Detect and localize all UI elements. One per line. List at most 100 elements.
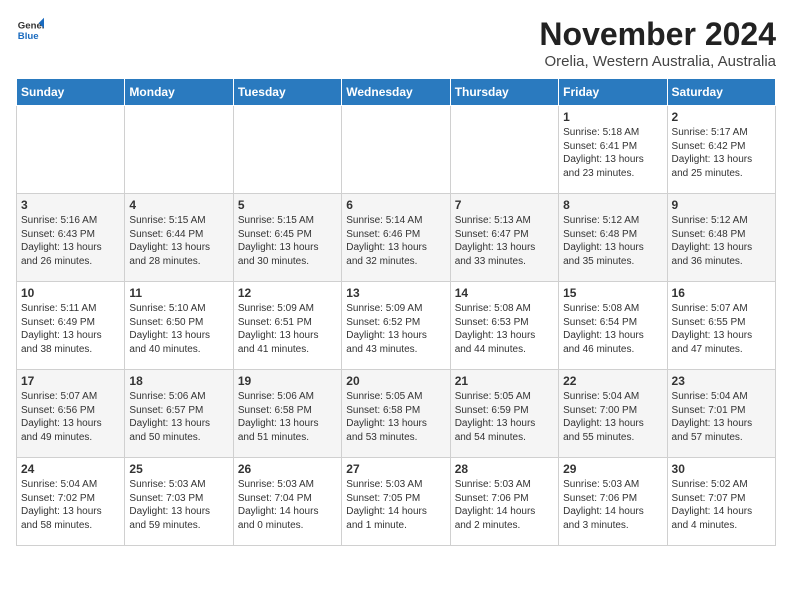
day-number: 29: [563, 462, 662, 476]
day-info: Sunrise: 5:15 AM Sunset: 6:45 PM Dayligh…: [238, 214, 337, 268]
day-number: 8: [563, 198, 662, 212]
weekday-header-monday: Monday: [125, 79, 233, 106]
weekday-header-friday: Friday: [559, 79, 667, 106]
day-number: 1: [563, 110, 662, 124]
calendar-cell: 14 Sunrise: 5:08 AM Sunset: 6:53 PM Dayli…: [450, 282, 558, 370]
weekday-header-thursday: Thursday: [450, 79, 558, 106]
day-info: Sunrise: 5:17 AM Sunset: 6:42 PM Dayligh…: [672, 126, 771, 180]
calendar-week-4: 24 Sunrise: 5:04 AM Sunset: 7:02 PM Dayli…: [17, 458, 776, 546]
day-number: 23: [672, 374, 771, 388]
day-info: Sunrise: 5:13 AM Sunset: 6:47 PM Dayligh…: [455, 214, 554, 268]
calendar-cell: 3 Sunrise: 5:16 AM Sunset: 6:43 PM Daylig…: [17, 194, 125, 282]
day-number: 20: [346, 374, 445, 388]
location-subtitle: Orelia, Western Australia, Australia: [539, 53, 776, 70]
day-info: Sunrise: 5:04 AM Sunset: 7:01 PM Dayligh…: [672, 390, 771, 444]
day-info: Sunrise: 5:05 AM Sunset: 6:59 PM Dayligh…: [455, 390, 554, 444]
day-info: Sunrise: 5:09 AM Sunset: 6:52 PM Dayligh…: [346, 302, 445, 356]
logo: General Blue: [16, 16, 44, 44]
day-number: 5: [238, 198, 337, 212]
calendar-cell: 7 Sunrise: 5:13 AM Sunset: 6:47 PM Daylig…: [450, 194, 558, 282]
day-number: 30: [672, 462, 771, 476]
calendar-cell: 23 Sunrise: 5:04 AM Sunset: 7:01 PM Dayli…: [667, 370, 775, 458]
day-info: Sunrise: 5:07 AM Sunset: 6:55 PM Dayligh…: [672, 302, 771, 356]
calendar-week-0: 1 Sunrise: 5:18 AM Sunset: 6:41 PM Daylig…: [17, 106, 776, 194]
calendar-cell: 30 Sunrise: 5:02 AM Sunset: 7:07 PM Dayli…: [667, 458, 775, 546]
day-info: Sunrise: 5:09 AM Sunset: 6:51 PM Dayligh…: [238, 302, 337, 356]
day-number: 9: [672, 198, 771, 212]
calendar-cell: 17 Sunrise: 5:07 AM Sunset: 6:56 PM Dayli…: [17, 370, 125, 458]
calendar-cell: 2 Sunrise: 5:17 AM Sunset: 6:42 PM Daylig…: [667, 106, 775, 194]
month-title: November 2024: [539, 16, 776, 53]
day-number: 26: [238, 462, 337, 476]
day-number: 22: [563, 374, 662, 388]
calendar-cell: 4 Sunrise: 5:15 AM Sunset: 6:44 PM Daylig…: [125, 194, 233, 282]
calendar-cell: 11Sunrise: 5:10 AM Sunset: 6:50 PM Dayli…: [125, 282, 233, 370]
calendar-cell: 19 Sunrise: 5:06 AM Sunset: 6:58 PM Dayli…: [233, 370, 341, 458]
day-number: 18: [129, 374, 228, 388]
calendar-cell: 13 Sunrise: 5:09 AM Sunset: 6:52 PM Dayli…: [342, 282, 450, 370]
day-number: 10: [21, 286, 120, 300]
weekday-header-wednesday: Wednesday: [342, 79, 450, 106]
day-info: Sunrise: 5:07 AM Sunset: 6:56 PM Dayligh…: [21, 390, 120, 444]
day-info: Sunrise: 5:06 AM Sunset: 6:57 PM Dayligh…: [129, 390, 228, 444]
calendar-week-1: 3 Sunrise: 5:16 AM Sunset: 6:43 PM Daylig…: [17, 194, 776, 282]
day-info: Sunrise: 5:12 AM Sunset: 6:48 PM Dayligh…: [563, 214, 662, 268]
calendar-cell: 16Sunrise: 5:07 AM Sunset: 6:55 PM Dayli…: [667, 282, 775, 370]
day-info: Sunrise: 5:18 AM Sunset: 6:41 PM Dayligh…: [563, 126, 662, 180]
day-number: 3: [21, 198, 120, 212]
calendar-cell: 18 Sunrise: 5:06 AM Sunset: 6:57 PM Dayli…: [125, 370, 233, 458]
day-info: Sunrise: 5:08 AM Sunset: 6:54 PM Dayligh…: [563, 302, 662, 356]
day-info: Sunrise: 5:03 AM Sunset: 7:03 PM Dayligh…: [129, 478, 228, 532]
calendar-cell: [450, 106, 558, 194]
day-number: 13: [346, 286, 445, 300]
calendar-cell: 6Sunrise: 5:14 AM Sunset: 6:46 PM Daylig…: [342, 194, 450, 282]
calendar-cell: 29 Sunrise: 5:03 AM Sunset: 7:06 PM Dayli…: [559, 458, 667, 546]
title-area: November 2024 Orelia, Western Australia,…: [539, 16, 776, 70]
day-info: Sunrise: 5:03 AM Sunset: 7:06 PM Dayligh…: [563, 478, 662, 532]
day-info: Sunrise: 5:03 AM Sunset: 7:05 PM Dayligh…: [346, 478, 445, 532]
svg-text:Blue: Blue: [18, 31, 39, 42]
day-info: Sunrise: 5:12 AM Sunset: 6:48 PM Dayligh…: [672, 214, 771, 268]
day-info: Sunrise: 5:11 AM Sunset: 6:49 PM Dayligh…: [21, 302, 120, 356]
calendar-cell: 25 Sunrise: 5:03 AM Sunset: 7:03 PM Dayli…: [125, 458, 233, 546]
calendar-week-2: 10 Sunrise: 5:11 AM Sunset: 6:49 PM Dayli…: [17, 282, 776, 370]
calendar-cell: 5 Sunrise: 5:15 AM Sunset: 6:45 PM Daylig…: [233, 194, 341, 282]
day-info: Sunrise: 5:15 AM Sunset: 6:44 PM Dayligh…: [129, 214, 228, 268]
calendar-cell: 20 Sunrise: 5:05 AM Sunset: 6:58 PM Dayli…: [342, 370, 450, 458]
day-info: Sunrise: 5:08 AM Sunset: 6:53 PM Dayligh…: [455, 302, 554, 356]
day-number: 14: [455, 286, 554, 300]
day-number: 2: [672, 110, 771, 124]
day-number: 17: [21, 374, 120, 388]
calendar-cell: 24 Sunrise: 5:04 AM Sunset: 7:02 PM Dayli…: [17, 458, 125, 546]
calendar-header-row: SundayMondayTuesdayWednesdayThursdayFrid…: [17, 79, 776, 106]
day-number: 11: [129, 286, 228, 300]
logo-icon: General Blue: [16, 16, 44, 44]
day-info: Sunrise: 5:06 AM Sunset: 6:58 PM Dayligh…: [238, 390, 337, 444]
calendar-cell: 28Sunrise: 5:03 AM Sunset: 7:06 PM Dayli…: [450, 458, 558, 546]
calendar-cell: [125, 106, 233, 194]
calendar-cell: [342, 106, 450, 194]
calendar-cell: 12Sunrise: 5:09 AM Sunset: 6:51 PM Dayli…: [233, 282, 341, 370]
day-info: Sunrise: 5:04 AM Sunset: 7:02 PM Dayligh…: [21, 478, 120, 532]
calendar-table: SundayMondayTuesdayWednesdayThursdayFrid…: [16, 78, 776, 546]
page-header: General Blue November 2024 Orelia, Weste…: [16, 16, 776, 70]
day-info: Sunrise: 5:05 AM Sunset: 6:58 PM Dayligh…: [346, 390, 445, 444]
day-info: Sunrise: 5:02 AM Sunset: 7:07 PM Dayligh…: [672, 478, 771, 532]
calendar-cell: [233, 106, 341, 194]
day-number: 27: [346, 462, 445, 476]
day-number: 25: [129, 462, 228, 476]
day-info: Sunrise: 5:16 AM Sunset: 6:43 PM Dayligh…: [21, 214, 120, 268]
day-number: 28: [455, 462, 554, 476]
calendar-cell: 9 Sunrise: 5:12 AM Sunset: 6:48 PM Daylig…: [667, 194, 775, 282]
day-number: 15: [563, 286, 662, 300]
calendar-cell: [17, 106, 125, 194]
day-number: 6: [346, 198, 445, 212]
calendar-cell: 8 Sunrise: 5:12 AM Sunset: 6:48 PM Daylig…: [559, 194, 667, 282]
day-number: 7: [455, 198, 554, 212]
calendar-cell: 26Sunrise: 5:03 AM Sunset: 7:04 PM Dayli…: [233, 458, 341, 546]
day-number: 4: [129, 198, 228, 212]
day-number: 19: [238, 374, 337, 388]
day-number: 24: [21, 462, 120, 476]
calendar-cell: 22Sunrise: 5:04 AM Sunset: 7:00 PM Dayli…: [559, 370, 667, 458]
calendar-cell: 1 Sunrise: 5:18 AM Sunset: 6:41 PM Daylig…: [559, 106, 667, 194]
